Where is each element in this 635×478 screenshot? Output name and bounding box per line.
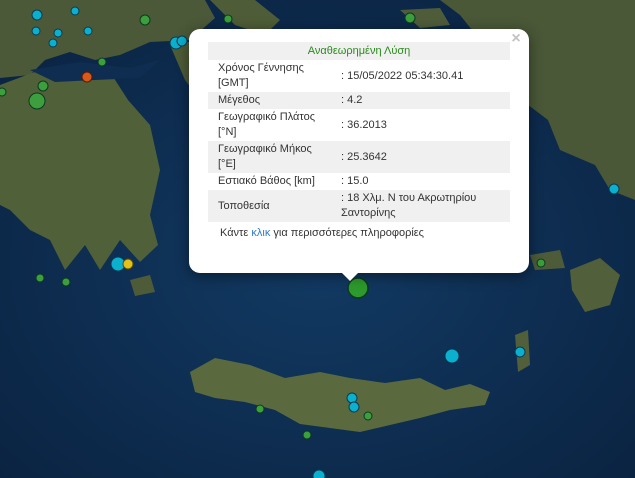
detail-row: Μέγεθος : 4.2: [208, 92, 510, 109]
detail-label: Χρόνος Γέννησης [GMT]: [218, 62, 304, 89]
detail-row: Τοποθεσία : 18 Χλμ. Ν του Ακρωτηρίου Σαν…: [208, 190, 510, 222]
event-marker[interactable]: [302, 430, 312, 440]
event-marker-selected[interactable]: [347, 277, 369, 299]
event-marker[interactable]: [0, 87, 7, 97]
event-details-table: Χρόνος Γέννησης [GMT] : 15/05/2022 05:34…: [208, 60, 510, 222]
event-marker[interactable]: [83, 26, 93, 36]
event-marker[interactable]: [81, 71, 93, 83]
detail-label: Γεωγραφικό Μήκος [°E]: [218, 143, 312, 170]
event-marker[interactable]: [404, 12, 416, 24]
detail-row: Γεωγραφικό Μήκος [°E] : 25.3642: [208, 141, 510, 173]
detail-row: Χρόνος Γέννησης [GMT] : 15/05/2022 05:34…: [208, 60, 510, 92]
more-info-prefix: Κάντε: [220, 227, 252, 239]
detail-value: : 15.0: [341, 175, 369, 187]
event-marker[interactable]: [70, 6, 80, 16]
event-marker[interactable]: [31, 9, 43, 21]
detail-label: Τοποθεσία: [218, 199, 270, 212]
event-marker[interactable]: [444, 348, 460, 364]
detail-row: Εστιακό Βάθος [km] : 15.0: [208, 173, 510, 190]
detail-value: : 15/05/2022 05:34:30.41: [341, 69, 464, 82]
event-marker[interactable]: [53, 28, 63, 38]
event-marker[interactable]: [363, 411, 373, 421]
event-info-panel: Αναθεωρημένη Λύση Χρόνος Γέννησης [GMT] …: [208, 42, 510, 239]
event-marker[interactable]: [536, 258, 546, 268]
detail-value: : 25.3642: [341, 150, 387, 163]
more-info-link[interactable]: κλικ: [251, 227, 270, 239]
event-marker[interactable]: [348, 401, 360, 413]
detail-value: : 4.2: [341, 94, 363, 106]
event-marker[interactable]: [37, 80, 49, 92]
event-marker[interactable]: [35, 273, 45, 283]
detail-label: Εστιακό Βάθος [km]: [218, 175, 315, 187]
popup-pointer: [340, 271, 360, 281]
event-marker[interactable]: [255, 404, 265, 414]
event-marker[interactable]: [176, 35, 188, 47]
close-icon[interactable]: ×: [509, 31, 523, 47]
event-marker[interactable]: [312, 469, 326, 478]
detail-value: : 18 Χλμ. Ν του Ακρωτηρίου Σαντορίνης: [341, 192, 477, 219]
event-marker[interactable]: [223, 14, 233, 24]
event-marker[interactable]: [97, 57, 107, 67]
event-marker[interactable]: [346, 392, 358, 404]
event-marker[interactable]: [48, 38, 58, 48]
more-info-line: Κάντε κλικ για περισσότερες πληροφορίες: [208, 222, 510, 239]
event-marker[interactable]: [514, 346, 526, 358]
detail-label: Γεωγραφικό Πλάτος [°N]: [218, 111, 316, 138]
event-marker[interactable]: [28, 92, 46, 110]
event-marker[interactable]: [31, 26, 41, 36]
event-info-popup: × Αναθεωρημένη Λύση Χρόνος Γέννησης [GMT…: [189, 29, 529, 273]
detail-label: Μέγεθος: [218, 94, 261, 106]
event-marker[interactable]: [608, 183, 620, 195]
detail-row: Γεωγραφικό Πλάτος [°N] : 36.2013: [208, 109, 510, 141]
popup-title: Αναθεωρημένη Λύση: [208, 42, 510, 60]
more-info-suffix: για περισσότερες πληροφορίες: [270, 227, 424, 239]
event-marker[interactable]: [139, 14, 151, 26]
event-marker[interactable]: [61, 277, 71, 287]
event-marker[interactable]: [122, 258, 134, 270]
detail-value: : 36.2013: [341, 118, 387, 131]
